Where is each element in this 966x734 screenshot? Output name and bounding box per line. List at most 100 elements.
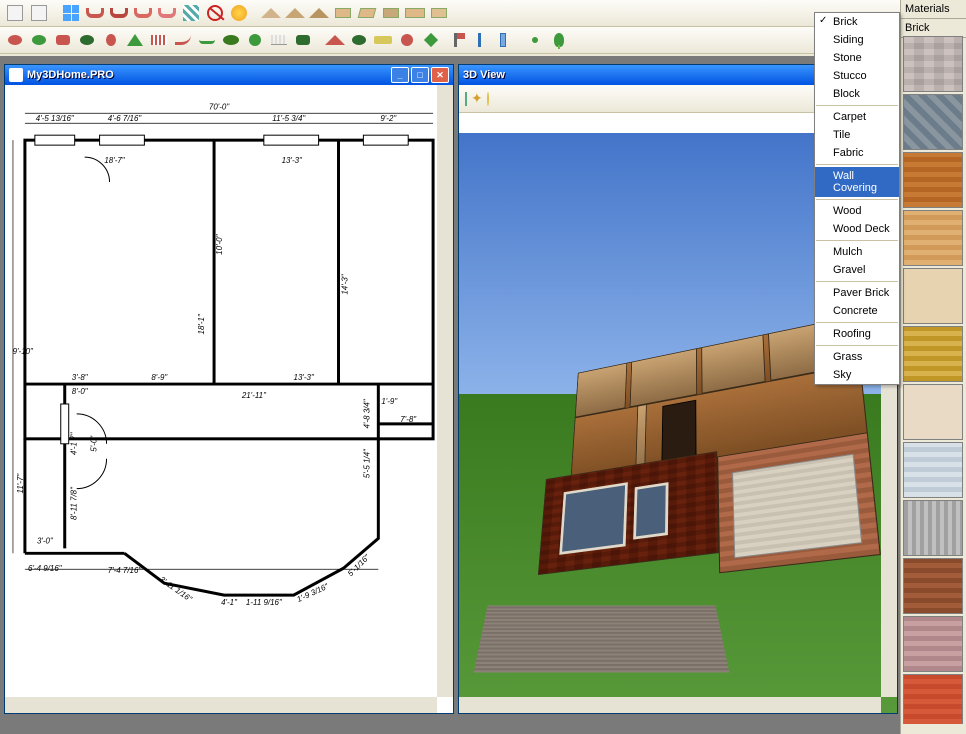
- plan-hscroll[interactable]: [5, 697, 437, 713]
- obj-ball-icon[interactable]: [244, 29, 266, 51]
- obj-red2-icon[interactable]: [52, 29, 74, 51]
- tool-bridge3-icon[interactable]: [132, 2, 154, 24]
- materials-menu-item[interactable]: Wood: [815, 202, 899, 220]
- tool-doc2-icon[interactable]: [28, 2, 50, 24]
- plan-window: My3DHome.PRO _ □ ✕: [4, 64, 454, 714]
- obj-pond-icon[interactable]: [220, 29, 242, 51]
- obj-fence-icon[interactable]: [268, 29, 290, 51]
- minimize-button[interactable]: _: [391, 67, 409, 83]
- swatch-brick-2[interactable]: [903, 94, 963, 150]
- swatch-brick-5[interactable]: [903, 268, 963, 324]
- svg-text:4'-1 7": 4'-1 7": [70, 431, 79, 455]
- swatch-brick-7[interactable]: [903, 384, 963, 440]
- view3d-hscroll[interactable]: [459, 697, 881, 713]
- obj-green3-icon[interactable]: [124, 29, 146, 51]
- view3d-sun-icon[interactable]: [487, 93, 489, 105]
- materials-menu-item[interactable]: Siding: [815, 31, 899, 49]
- obj-red1-icon[interactable]: [4, 29, 26, 51]
- plan-vscroll[interactable]: [437, 85, 453, 697]
- view3d-ground-icon[interactable]: [465, 93, 467, 105]
- obj-stripe-icon[interactable]: [148, 29, 170, 51]
- close-button[interactable]: ✕: [431, 67, 449, 83]
- swatch-brick-8[interactable]: [903, 442, 963, 498]
- obj-diamond-icon[interactable]: [420, 29, 442, 51]
- maximize-button[interactable]: □: [411, 67, 429, 83]
- view3d-walk-icon[interactable]: ✦: [471, 90, 483, 107]
- tool-doc1-icon[interactable]: [4, 2, 26, 24]
- materials-menu-item[interactable]: Paver Brick: [815, 284, 899, 302]
- swatch-brick-3[interactable]: [903, 152, 963, 208]
- tool-pattern-icon[interactable]: [180, 2, 202, 24]
- obj-slider-icon[interactable]: [492, 29, 514, 51]
- svg-text:8'-9": 8'-9": [151, 373, 168, 382]
- swatch-brick-4[interactable]: [903, 210, 963, 266]
- swatch-brick-1[interactable]: [903, 36, 963, 92]
- materials-menu-item[interactable]: Tile: [815, 126, 899, 144]
- svg-text:21'-11": 21'-11": [241, 391, 267, 400]
- svg-text:11'-5 3/4": 11'-5 3/4": [272, 114, 306, 123]
- swatch-brick-12[interactable]: [903, 674, 963, 724]
- svg-text:5'-5 1/4": 5'-5 1/4": [362, 448, 371, 478]
- obj-wave-icon[interactable]: [196, 29, 218, 51]
- obj-tree-icon[interactable]: [548, 29, 570, 51]
- swatch-brick-9[interactable]: [903, 500, 963, 556]
- obj-red3-icon[interactable]: [100, 29, 122, 51]
- obj-green4-icon[interactable]: [292, 29, 314, 51]
- plan-canvas[interactable]: 70'-0" 4'-5 13/16" 4'-6 7/16" 11'-5 3/4"…: [5, 85, 453, 713]
- materials-menu-item[interactable]: Grass: [815, 348, 899, 366]
- tool-grid-icon[interactable]: [60, 2, 82, 24]
- materials-menu-item[interactable]: Mulch: [815, 243, 899, 261]
- obj-flower-icon[interactable]: [396, 29, 418, 51]
- swatch-brick-11[interactable]: [903, 616, 963, 672]
- obj-bar-icon[interactable]: [468, 29, 490, 51]
- tool-bridge4-icon[interactable]: [156, 2, 178, 24]
- tool-bridge2-icon[interactable]: [108, 2, 130, 24]
- svg-text:4'-8 3/4": 4'-8 3/4": [362, 398, 371, 428]
- tool-bridge1-icon[interactable]: [84, 2, 106, 24]
- obj-car-icon[interactable]: [372, 29, 394, 51]
- obj-flag-icon[interactable]: [444, 29, 466, 51]
- obj-curve-icon[interactable]: [172, 29, 194, 51]
- svg-text:14'-3": 14'-3": [340, 273, 349, 294]
- tool-board1-icon[interactable]: [332, 2, 354, 24]
- svg-text:70'-0": 70'-0": [209, 102, 230, 111]
- tool-board2-icon[interactable]: [356, 2, 378, 24]
- tool-board4-icon[interactable]: [404, 2, 426, 24]
- swatch-brick-10[interactable]: [903, 558, 963, 614]
- materials-menu[interactable]: BrickSidingStoneStuccoBlock CarpetTileFab…: [814, 12, 900, 385]
- materials-menu-item[interactable]: Block: [815, 85, 899, 103]
- materials-swatch-list[interactable]: [903, 36, 964, 724]
- obj-green1-icon[interactable]: [28, 29, 50, 51]
- materials-menu-item[interactable]: Stone: [815, 49, 899, 67]
- materials-menu-item[interactable]: Wood Deck: [815, 220, 899, 238]
- svg-text:4'-5 13/16": 4'-5 13/16": [36, 114, 75, 123]
- tool-roof2-icon[interactable]: [284, 2, 306, 24]
- svg-text:8'-11 7/8": 8'-11 7/8": [70, 486, 79, 520]
- materials-menu-item[interactable]: Roofing: [815, 325, 899, 343]
- obj-redroof-icon[interactable]: [324, 29, 346, 51]
- swatch-brick-6[interactable]: [903, 326, 963, 382]
- svg-text:9'-10": 9'-10": [13, 347, 34, 356]
- materials-panel: Materials Brick: [900, 0, 966, 734]
- tool-board3-icon[interactable]: [380, 2, 402, 24]
- obj-green2-icon[interactable]: [76, 29, 98, 51]
- svg-text:6'-4 9/16": 6'-4 9/16": [28, 564, 63, 573]
- materials-menu-item[interactable]: Carpet: [815, 108, 899, 126]
- tool-noentry-icon[interactable]: [204, 2, 226, 24]
- tool-roof1-icon[interactable]: [260, 2, 282, 24]
- materials-menu-item[interactable]: Gravel: [815, 261, 899, 279]
- obj-bush-icon[interactable]: [348, 29, 370, 51]
- materials-menu-item[interactable]: Brick: [815, 13, 899, 31]
- tool-roof3-icon[interactable]: [308, 2, 330, 24]
- tool-board5-icon[interactable]: [428, 2, 450, 24]
- obj-dot-icon[interactable]: [524, 29, 546, 51]
- materials-menu-item[interactable]: Concrete: [815, 302, 899, 320]
- materials-menu-item[interactable]: Fabric: [815, 144, 899, 162]
- materials-menu-item[interactable]: Stucco: [815, 67, 899, 85]
- tool-sun-icon[interactable]: [228, 2, 250, 24]
- materials-menu-item[interactable]: Sky: [815, 366, 899, 384]
- materials-header: Materials: [901, 0, 966, 19]
- plan-title: My3DHome.PRO: [27, 69, 389, 81]
- plan-titlebar[interactable]: My3DHome.PRO _ □ ✕: [5, 65, 453, 85]
- materials-menu-item[interactable]: Wall Covering: [815, 167, 899, 197]
